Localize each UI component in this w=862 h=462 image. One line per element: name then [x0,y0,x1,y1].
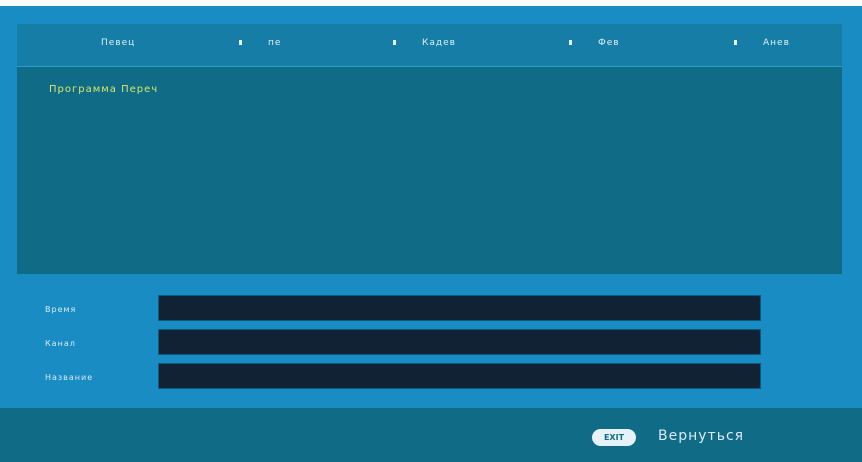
tab-label: Кадев [422,38,456,48]
program-panel: Певец пе Кадев Фев Анев Программа Переч [17,24,842,274]
exit-button-label[interactable]: Вернуться [658,428,744,444]
tab-marker-icon [393,40,396,45]
tab-marker-icon [239,40,242,45]
tab-category-2[interactable]: пе [239,38,281,54]
tab-category-5[interactable]: Анев [734,38,790,54]
tab-label: Фев [598,38,620,48]
epg-screen: Певец пе Кадев Фев Анев Программа Переч … [0,6,862,462]
tab-marker-icon [569,40,572,45]
tab-label: Певец [101,38,136,48]
exit-key-icon[interactable]: EXIT [592,429,636,446]
tab-category-1[interactable]: Певец [101,38,135,54]
tab-category-4[interactable]: Фев [569,38,620,54]
form-label-title: Название [45,373,94,382]
title-field[interactable] [158,363,761,389]
form-label-time: Время [45,305,77,314]
channel-field[interactable] [158,329,761,355]
time-field[interactable] [158,295,761,321]
selected-program-item[interactable]: Программа Переч [49,84,158,95]
form-label-channel: Канал [45,339,76,348]
category-tabbar: Певец пе Кадев Фев Анев [17,24,842,67]
tab-label: Анев [763,38,790,48]
tab-marker-icon [734,40,737,45]
footer-bar: EXIT Вернуться [0,408,862,462]
tab-category-3[interactable]: Кадев [393,38,456,54]
tab-label: пе [268,38,282,48]
